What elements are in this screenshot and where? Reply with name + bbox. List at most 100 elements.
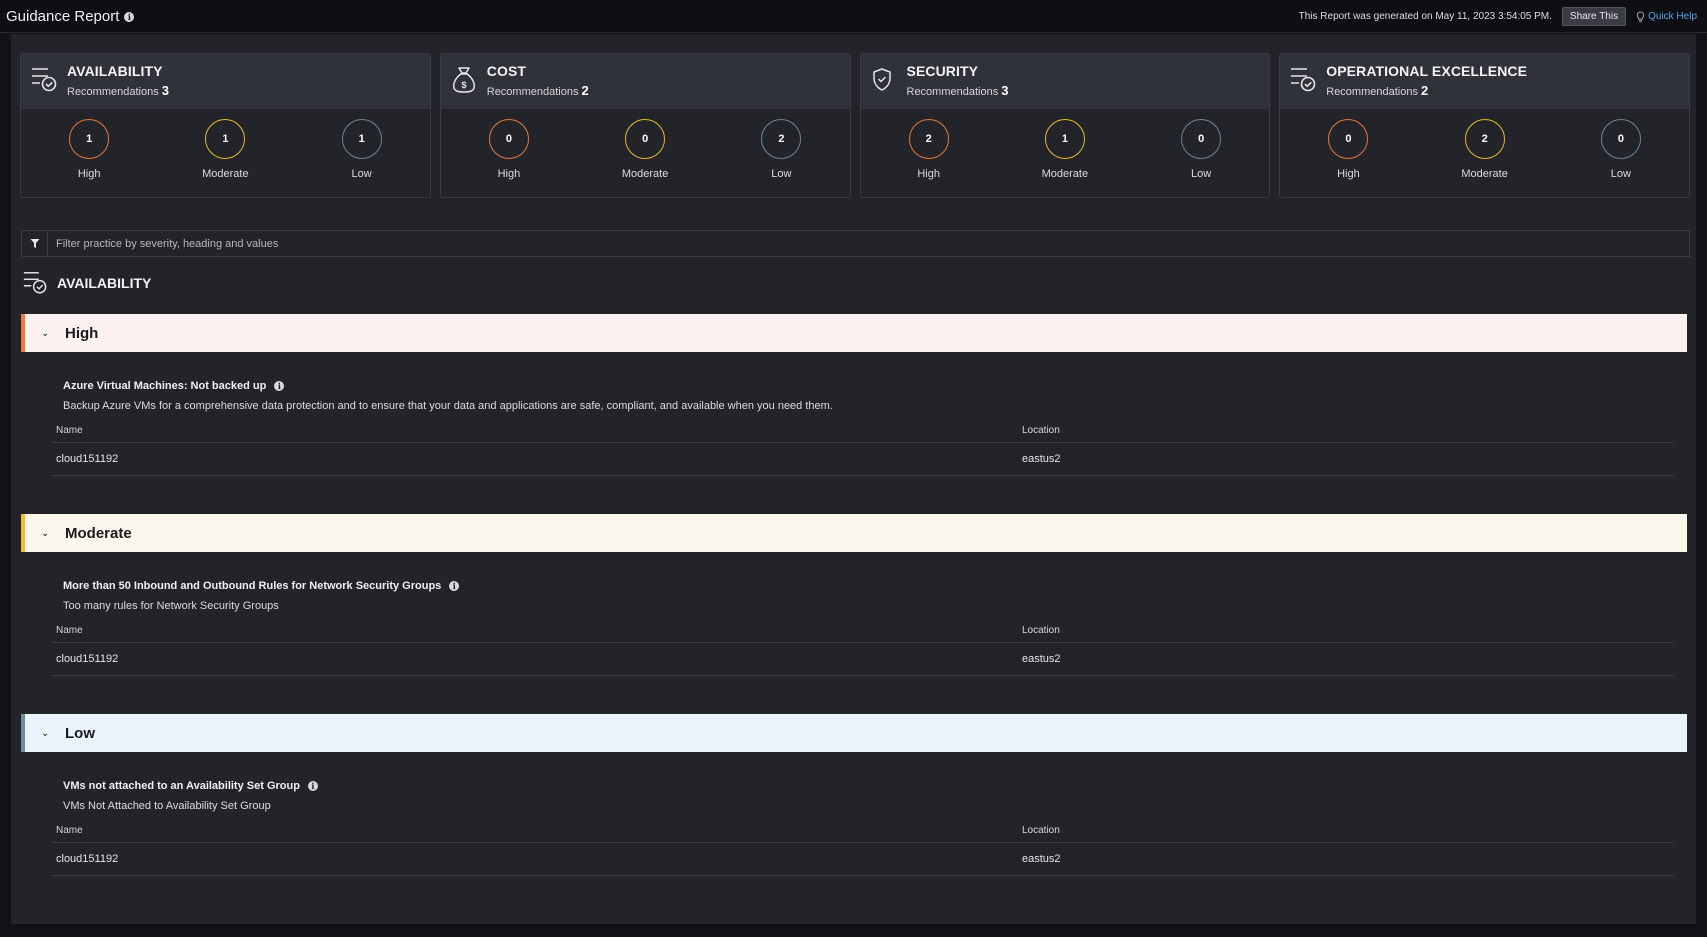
severity-label: Moderate <box>1461 168 1508 180</box>
checklist-icon <box>32 68 57 92</box>
recommendations-count: 3 <box>1001 83 1009 98</box>
filter-button[interactable] <box>22 231 48 256</box>
cell-location: eastus2 <box>1018 442 1674 476</box>
info-icon[interactable]: i <box>124 11 135 22</box>
resource-table: Name Location cloud151192 eastus2 <box>52 425 1674 476</box>
severity-label: High <box>77 168 101 180</box>
severity-group-label: Low <box>65 724 95 742</box>
filter-input[interactable] <box>48 231 1689 256</box>
resource-table: Name Location cloud151192 eastus2 <box>52 625 1674 676</box>
recommendation-description: Too many rules for Network Security Grou… <box>63 600 279 612</box>
page-title-wrap: Guidance Report i <box>6 8 135 25</box>
severity-low[interactable]: 0 Low <box>1134 119 1269 180</box>
severity-high[interactable]: 0 High <box>1281 119 1416 180</box>
cell-location: eastus2 <box>1018 642 1674 676</box>
severity-label: Low <box>1610 168 1631 180</box>
recommendation-description: Backup Azure VMs for a comprehensive dat… <box>63 400 833 412</box>
moderate-count-circle: 1 <box>205 119 246 159</box>
summary-card-cost[interactable]: $ COST Recommendations 2 0 High 0 Moderate… <box>439 53 851 198</box>
severity-label: High <box>497 168 521 180</box>
cell-name: cloud151192 <box>52 642 1018 676</box>
summary-card-operational-excellence[interactable]: OPERATIONAL EXCELLENCE Recommendations 2… <box>1279 53 1690 198</box>
lightbulb-icon <box>1636 10 1645 22</box>
low-count-circle: 2 <box>761 119 802 159</box>
column-header-name: Name <box>52 825 1018 843</box>
generated-timestamp: This Report was generated on May 11, 202… <box>1298 11 1552 22</box>
severity-high[interactable]: 1 High <box>22 119 157 180</box>
severity-moderate[interactable]: 2 Moderate <box>1417 119 1552 180</box>
checklist-icon <box>23 272 47 294</box>
info-icon[interactable]: i <box>449 581 460 591</box>
checklist-icon <box>1291 68 1316 92</box>
recommendations-label: Recommendations <box>67 86 159 98</box>
severity-group-label: High <box>65 324 99 342</box>
card-title: OPERATIONAL EXCELLENCE <box>1326 63 1528 79</box>
low-count-circle: 0 <box>1600 119 1641 159</box>
severity-group-moderate-toggle[interactable]: ⌄ Moderate <box>21 514 1687 552</box>
severity-group-high-toggle[interactable]: ⌄ High <box>21 314 1687 352</box>
severity-label: Moderate <box>1041 168 1089 180</box>
info-icon[interactable]: i <box>307 781 318 791</box>
chevron-down-icon: ⌄ <box>41 727 50 739</box>
severity-label: Moderate <box>621 168 669 180</box>
moderate-count-circle: 0 <box>625 119 666 159</box>
cell-name: cloud151192 <box>52 442 1018 476</box>
column-header-location: Location <box>1018 825 1674 843</box>
severity-group-low-toggle[interactable]: ⌄ Low <box>21 714 1687 752</box>
recommendations-count: 2 <box>581 83 589 98</box>
filter-bar <box>21 230 1690 257</box>
recommendation-item: VMs not attached to an Availability Set … <box>52 780 1674 876</box>
top-bar: Guidance Report i This Report was genera… <box>0 0 1707 33</box>
moderate-count-circle: 2 <box>1464 119 1505 159</box>
table-row: cloud151192 eastus2 <box>52 642 1674 676</box>
quick-help-label[interactable]: Quick Help <box>1648 11 1697 22</box>
severity-moderate[interactable]: 0 Moderate <box>578 119 713 180</box>
severity-label: High <box>917 168 940 180</box>
card-title: AVAILABILITY <box>67 63 163 79</box>
high-count-circle: 0 <box>1328 119 1369 159</box>
cell-name: cloud151192 <box>52 842 1018 876</box>
severity-label: Moderate <box>202 168 249 180</box>
severity-high[interactable]: 2 High <box>861 119 996 180</box>
shield-check-icon <box>872 68 891 91</box>
column-header-name: Name <box>52 625 1018 643</box>
info-icon[interactable]: i <box>274 381 285 391</box>
severity-low[interactable]: 1 Low <box>294 119 429 180</box>
summary-card-availability[interactable]: AVAILABILITY Recommendations 3 1 High 1 Mo… <box>20 53 431 198</box>
card-title: COST <box>486 63 527 79</box>
quick-help-link[interactable]: Quick Help <box>1636 10 1697 23</box>
scrollbar-track[interactable] <box>1696 34 1707 924</box>
recommendations-count: 2 <box>1421 83 1429 98</box>
report-panel: AVAILABILITY Recommendations 3 1 High 1 Mo… <box>11 34 1696 924</box>
card-title: SECURITY <box>906 63 979 79</box>
table-row: cloud151192 eastus2 <box>52 842 1674 876</box>
page-title: Guidance Report <box>6 8 120 25</box>
summary-card-security[interactable]: SECURITY Recommendations 3 2 High 1 Modera… <box>859 53 1271 198</box>
svg-text:$: $ <box>461 80 466 90</box>
severity-low[interactable]: 0 Low <box>1553 119 1688 180</box>
column-header-name: Name <box>52 425 1018 443</box>
share-button[interactable]: Share This <box>1561 7 1627 26</box>
recommendations-label: Recommendations <box>486 86 579 98</box>
table-row: cloud151192 eastus2 <box>52 442 1674 476</box>
recommendation-title: VMs not attached to an Availability Set … <box>63 780 300 792</box>
filter-icon <box>30 239 39 248</box>
recommendation-item: More than 50 Inbound and Outbound Rules … <box>52 580 1674 676</box>
column-header-location: Location <box>1018 625 1674 643</box>
severity-high[interactable]: 0 High <box>441 119 576 180</box>
severity-moderate[interactable]: 1 Moderate <box>158 119 293 180</box>
severity-label: Low <box>1191 168 1212 180</box>
severity-label: Low <box>771 168 792 180</box>
severity-label: High <box>1337 168 1360 180</box>
severity-low[interactable]: 2 Low <box>714 119 849 180</box>
severity-moderate[interactable]: 1 Moderate <box>997 119 1132 180</box>
cell-location: eastus2 <box>1018 842 1674 876</box>
recommendations-count: 3 <box>161 83 170 98</box>
high-count-circle: 0 <box>488 119 529 159</box>
money-bag-icon: $ <box>452 67 475 93</box>
section-heading: AVAILABILITY <box>21 270 151 296</box>
high-count-circle: 1 <box>69 119 110 159</box>
summary-cards: AVAILABILITY Recommendations 3 1 High 1 Mo… <box>20 53 1690 198</box>
low-count-circle: 0 <box>1181 119 1222 159</box>
chevron-down-icon: ⌄ <box>41 327 50 339</box>
